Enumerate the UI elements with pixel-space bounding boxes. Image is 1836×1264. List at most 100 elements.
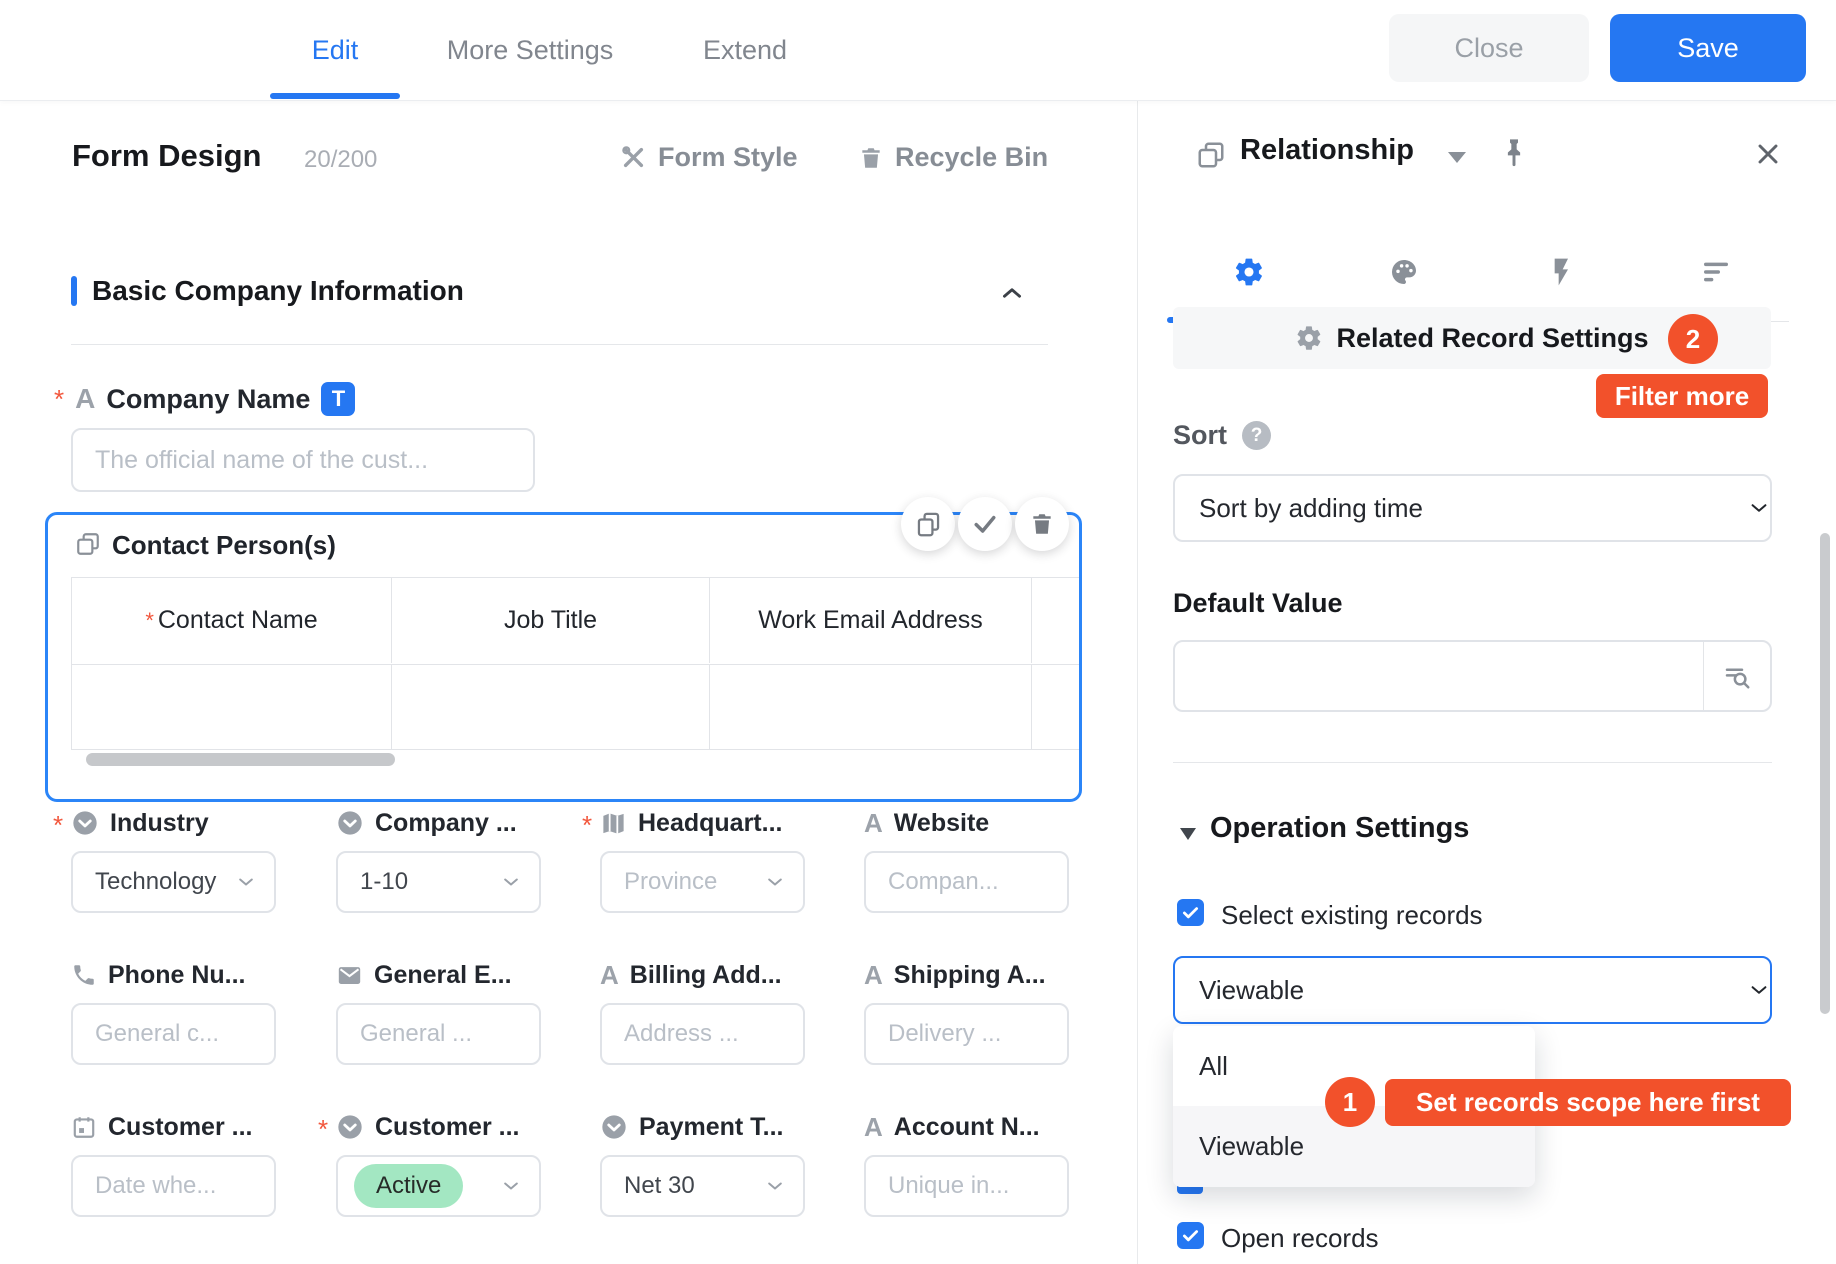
recycle-bin-button[interactable]: Recycle Bin [858, 142, 1048, 173]
confirm-field-button[interactable] [958, 497, 1012, 551]
pin-icon[interactable] [1498, 136, 1530, 168]
form-style-label: Form Style [658, 142, 798, 173]
subform-empty-cell[interactable] [392, 664, 710, 749]
company-size-select[interactable]: 1-10 [336, 851, 541, 913]
delete-field-button[interactable] [1015, 497, 1069, 551]
industry-select[interactable]: Technology [71, 851, 276, 913]
dropdown-field-icon [71, 809, 99, 837]
company-name-input[interactable]: The official name of the cust... [71, 428, 535, 492]
field-general-email[interactable]: General E... General ... [336, 958, 541, 1065]
field-billing-address[interactable]: A Billing Add... Address ... [600, 958, 805, 1065]
subform-column-header[interactable]: *Contact Name [72, 578, 392, 663]
tools-icon [620, 144, 647, 171]
field-label: Payment T... [639, 1113, 784, 1142]
subform-column-header[interactable]: Job Title [392, 578, 710, 663]
title-style-badge[interactable]: T [321, 382, 355, 416]
field-headquarters[interactable]: * Headquart... Province [600, 806, 805, 913]
subform-empty-cell[interactable] [1032, 664, 1079, 749]
mail-icon [336, 962, 363, 989]
subform-column-header[interactable] [1032, 578, 1079, 663]
record-picker-button[interactable] [1703, 642, 1770, 710]
sort-select[interactable]: Sort by adding time [1173, 474, 1772, 542]
required-asterisk: * [582, 810, 592, 841]
map-icon [600, 810, 627, 837]
tab-edit[interactable]: Edit [270, 0, 400, 100]
panel-field-title[interactable]: Relationship [1240, 134, 1414, 167]
select-existing-records-label: Select existing records [1221, 900, 1483, 931]
copy-icon [915, 511, 942, 538]
collapse-triangle-icon[interactable] [1180, 828, 1196, 840]
field-label: Account N... [894, 1113, 1040, 1142]
tab-sort-lines-icon[interactable] [1700, 256, 1732, 288]
form-style-button[interactable]: Form Style [620, 142, 798, 173]
dropdown-field-icon [336, 809, 364, 837]
field-payment-terms[interactable]: Payment T... Net 30 [600, 1110, 805, 1217]
help-icon[interactable]: ? [1242, 421, 1271, 450]
subform-empty-cell[interactable] [72, 664, 392, 749]
field-shipping-address[interactable]: A Shipping A... Delivery ... [864, 958, 1069, 1065]
subform-horizontal-scrollbar[interactable] [86, 753, 395, 766]
field-customer-status[interactable]: * Customer ... Active [336, 1110, 541, 1217]
website-input[interactable]: Compan... [864, 851, 1069, 913]
field-website[interactable]: A Website Compan... [864, 806, 1069, 913]
open-records-checkbox[interactable] [1177, 1222, 1204, 1249]
field-label: Website [894, 809, 989, 838]
chevron-down-icon [765, 872, 785, 892]
customer-status-select[interactable]: Active [336, 1155, 541, 1217]
sort-label: Sort [1173, 420, 1227, 451]
required-asterisk: * [318, 1114, 328, 1145]
field-label: Phone Nu... [108, 961, 246, 990]
field-label: Industry [110, 809, 209, 838]
field-label: Customer ... [375, 1113, 519, 1142]
panel-scrollbar[interactable] [1820, 533, 1830, 1014]
title-char-counter: 20/200 [304, 146, 377, 174]
gear-icon [1295, 324, 1323, 352]
payment-terms-select[interactable]: Net 30 [600, 1155, 805, 1217]
field-industry[interactable]: * Industry Technology [71, 806, 276, 913]
field-label: Company ... [375, 809, 517, 838]
billing-address-input[interactable]: Address ... [600, 1003, 805, 1065]
save-button[interactable]: Save [1610, 14, 1806, 82]
close-panel-button[interactable] [1752, 138, 1784, 170]
trash-icon [1029, 511, 1055, 537]
panel-section-divider [1173, 762, 1772, 763]
input-placeholder: Compan... [866, 868, 1067, 896]
field-company-size[interactable]: Company ... 1-10 [336, 806, 541, 913]
calendar-icon [71, 1114, 97, 1140]
chevron-down-icon[interactable] [1448, 152, 1466, 163]
column-label: Work Email Address [758, 606, 983, 635]
headquarters-select[interactable]: Province [600, 851, 805, 913]
text-field-icon: A [864, 960, 883, 991]
section-collapse-button[interactable] [999, 280, 1025, 306]
tab-extend[interactable]: Extend [700, 0, 790, 100]
select-existing-records-checkbox[interactable] [1177, 899, 1204, 926]
tab-settings-gear-icon[interactable] [1233, 256, 1265, 288]
tab-more-settings[interactable]: More Settings [440, 0, 620, 100]
check-icon [971, 510, 999, 538]
section-title: Basic Company Information [92, 274, 464, 308]
records-scope-select[interactable]: Viewable [1173, 956, 1772, 1024]
field-customer-date[interactable]: Customer ... Date whe... [71, 1110, 276, 1217]
dropdown-field-icon [600, 1113, 628, 1141]
shipping-address-input[interactable]: Delivery ... [864, 1003, 1069, 1065]
field-label: Shipping A... [894, 961, 1046, 990]
required-asterisk: * [145, 608, 154, 634]
tab-style-palette-icon[interactable] [1388, 256, 1420, 288]
copy-field-button[interactable] [901, 497, 955, 551]
field-phone-number[interactable]: Phone Nu... General c... [71, 958, 276, 1065]
default-value-input[interactable] [1173, 640, 1772, 712]
account-number-input[interactable]: Unique in... [864, 1155, 1069, 1217]
tab-events-lightning-icon[interactable] [1544, 256, 1576, 288]
phone-number-input[interactable]: General c... [71, 1003, 276, 1065]
input-placeholder: Address ... [602, 1020, 803, 1048]
general-email-input[interactable]: General ... [336, 1003, 541, 1065]
field-account-number[interactable]: A Account N... Unique in... [864, 1110, 1069, 1217]
column-label: Job Title [504, 606, 597, 635]
select-value: 1-10 [338, 868, 501, 896]
subform-column-header[interactable]: Work Email Address [710, 578, 1032, 663]
close-button[interactable]: Close [1389, 14, 1589, 82]
subform-empty-cell[interactable] [710, 664, 1032, 749]
customer-date-input[interactable]: Date whe... [71, 1155, 276, 1217]
form-designer-app: Edit More Settings Extend Close Save For… [0, 0, 1836, 1264]
subform-icon [1196, 140, 1226, 170]
